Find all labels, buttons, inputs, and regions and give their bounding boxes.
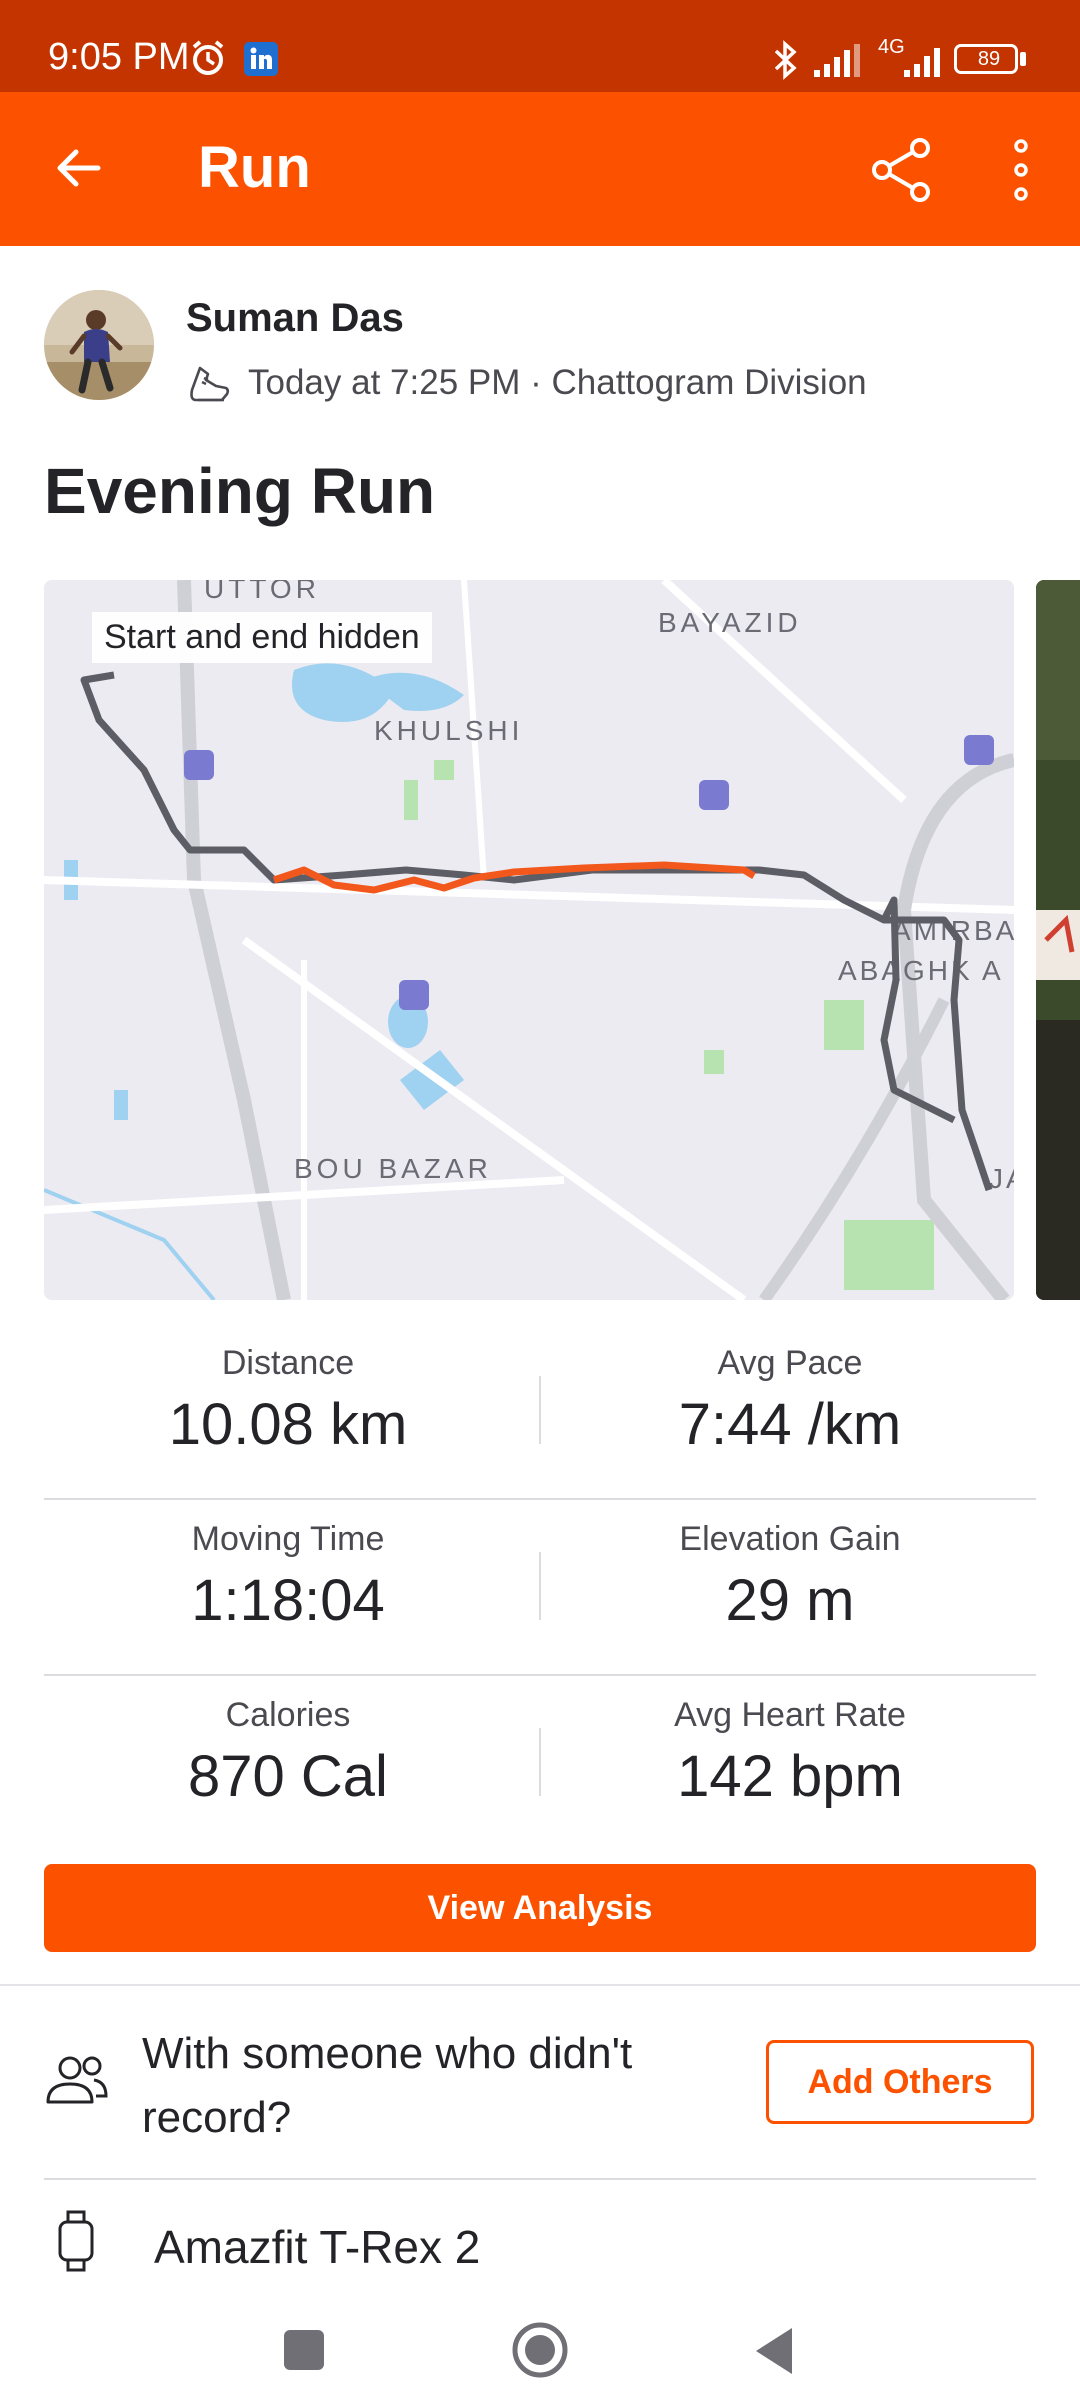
- stat-divider: [539, 1552, 541, 1620]
- stat-label: Moving Time: [191, 1520, 385, 1558]
- stat-elevation-gain: Elevation Gain 29 m: [540, 1520, 1040, 1634]
- group-activity-prompt: With someone who didn't record?: [142, 2029, 633, 2142]
- map-canvas: UTTOR BAYAZID KHULSHI AMIRBA ABAGHK A BO…: [44, 580, 1014, 1300]
- stat-divider: [539, 1728, 541, 1796]
- add-others-button[interactable]: Add Others: [766, 2040, 1034, 2124]
- stat-label: Avg Heart Rate: [674, 1696, 906, 1734]
- activity-location: Chattogram Division: [551, 363, 867, 402]
- alarm-icon: [192, 40, 224, 75]
- back-arrow-icon[interactable]: [52, 142, 104, 194]
- activity-title: Evening Run: [44, 455, 436, 527]
- app-bar: Run: [0, 92, 1080, 246]
- map-place-label: ABAGHK A: [838, 955, 1004, 986]
- stat-label: Elevation Gain: [679, 1520, 901, 1558]
- device-name: Amazfit T-Rex 2: [154, 2221, 481, 2273]
- stat-value: 1:18:04: [191, 1568, 385, 1633]
- people-icon: [46, 2056, 108, 2104]
- privacy-label: Start and end hidden: [92, 612, 432, 663]
- status-time: 9:05 PM: [48, 36, 190, 78]
- map-place-label: UTTOR: [204, 580, 320, 604]
- more-vertical-icon[interactable]: [1008, 136, 1034, 204]
- section-divider: [0, 1984, 1080, 1986]
- stat-value: 10.08 km: [168, 1392, 408, 1457]
- stat-calories: Calories 870 Cal: [38, 1696, 538, 1810]
- recents-button[interactable]: [284, 2330, 324, 2370]
- stat-label: Avg Pace: [717, 1344, 863, 1382]
- status-bar: 9:05 PM 4G 89: [0, 0, 1080, 92]
- running-shoe-icon: [190, 366, 230, 402]
- page-title: Run: [198, 135, 311, 200]
- share-icon[interactable]: [868, 136, 936, 204]
- stat-avg-heart-rate: Avg Heart Rate 142 bpm: [540, 1696, 1040, 1810]
- signal-icon: [904, 48, 940, 77]
- system-nav-bar: [0, 2290, 1080, 2400]
- stat-value: 870 Cal: [188, 1744, 388, 1809]
- stat-label: Calories: [225, 1696, 351, 1734]
- bluetooth-icon: [774, 40, 797, 80]
- stat-value: 142 bpm: [677, 1744, 903, 1809]
- signal-icon: [814, 44, 860, 77]
- activity-meta: Today at 7:25 PM · Chattogram Division: [186, 360, 867, 406]
- map-place-label: BAYAZID: [658, 607, 802, 638]
- route-map[interactable]: UTTOR BAYAZID KHULSHI AMIRBA ABAGHK A BO…: [44, 580, 1014, 1300]
- stat-value: 29 m: [725, 1568, 855, 1633]
- meta-separator: ·: [520, 363, 552, 402]
- stat-row-divider: [44, 1674, 1036, 1676]
- linkedin-icon: [244, 42, 278, 76]
- stat-value: 7:44 /km: [678, 1392, 902, 1457]
- activity-date: Today at 7:25 PM: [248, 363, 521, 402]
- stat-label: Distance: [221, 1344, 355, 1382]
- map-place-label: JA: [989, 1163, 1014, 1194]
- avatar[interactable]: [44, 290, 154, 400]
- view-analysis-button[interactable]: View Analysis: [44, 1864, 1036, 1952]
- back-button[interactable]: [752, 2326, 796, 2376]
- stat-moving-time: Moving Time 1:18:04: [38, 1520, 538, 1634]
- map-place-label: KHULSHI: [374, 715, 523, 746]
- battery-tip: [1020, 52, 1026, 66]
- stat-distance: Distance 10.08 km: [38, 1344, 538, 1458]
- stat-row-divider: [44, 1498, 1036, 1500]
- athlete-name[interactable]: Suman Das: [186, 296, 404, 341]
- photo-thumbnail[interactable]: [1036, 580, 1080, 1300]
- home-button[interactable]: [510, 2320, 570, 2380]
- watch-icon: [58, 2210, 94, 2272]
- battery-icon: 89: [954, 44, 1018, 74]
- battery-level: 89: [977, 48, 1001, 70]
- stat-avg-pace: Avg Pace 7:44 /km: [540, 1344, 1040, 1458]
- stat-divider: [539, 1376, 541, 1444]
- map-place-label: BOU BAZAR: [294, 1153, 492, 1184]
- section-divider: [44, 2178, 1036, 2180]
